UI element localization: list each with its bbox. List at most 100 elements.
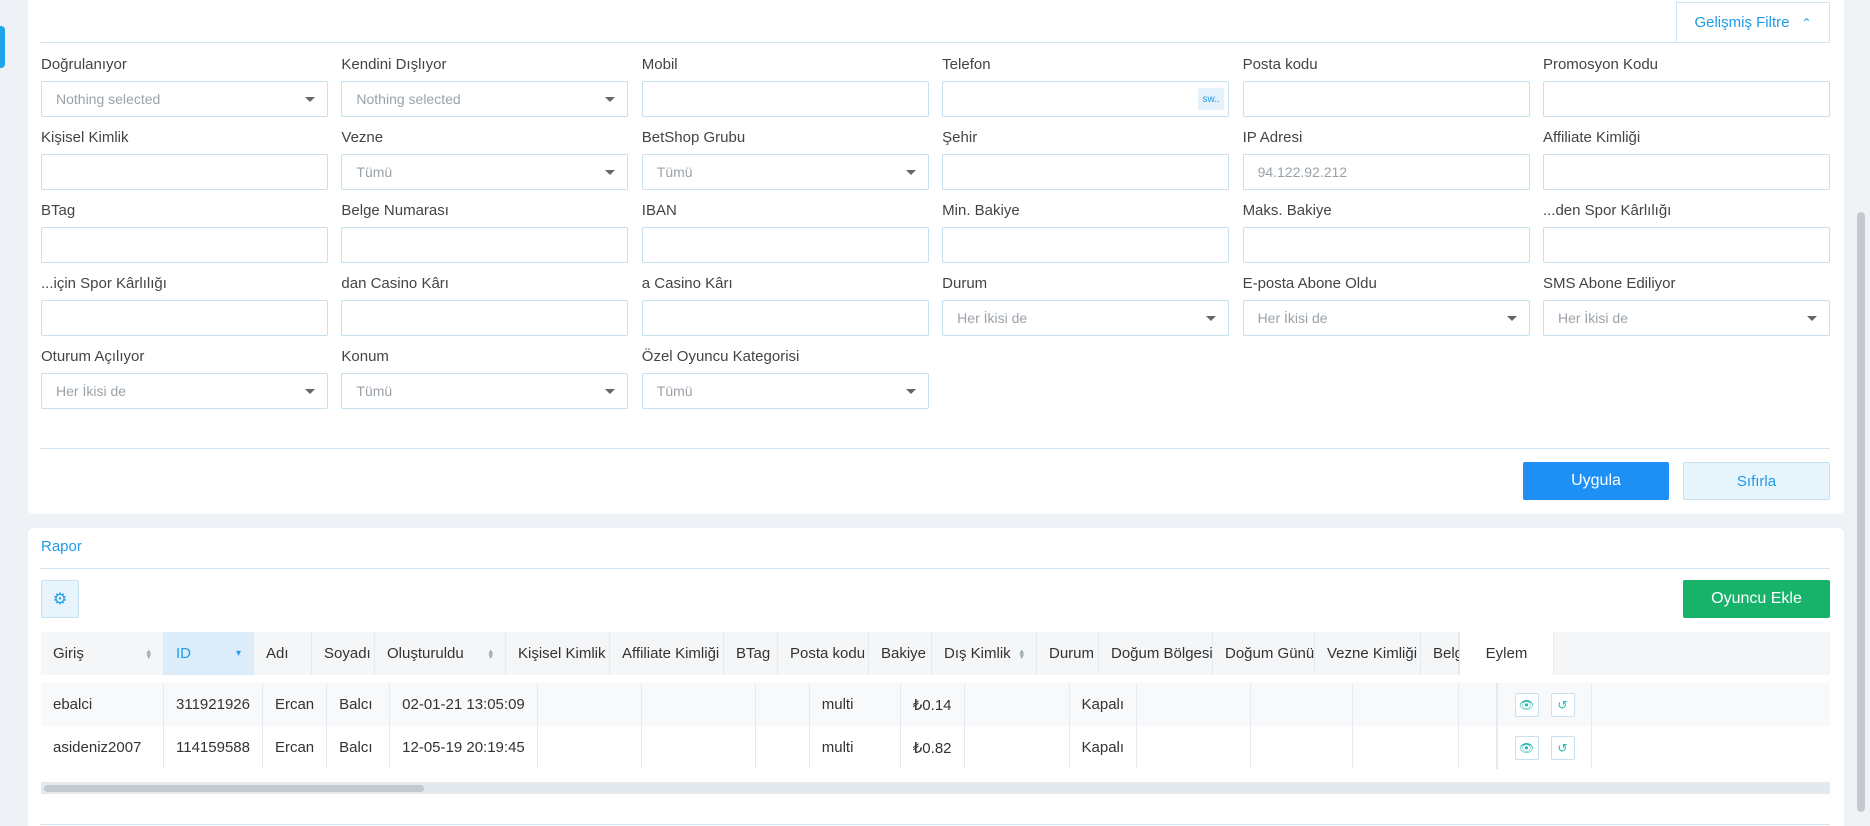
sort-icon[interactable]: ▴ ▾ (1019, 646, 1024, 660)
filter-input[interactable] (1542, 227, 1830, 263)
filter-input[interactable] (641, 227, 929, 263)
filter-label: IP Adresi (1242, 129, 1303, 146)
horizontal-scrollbar[interactable] (41, 782, 1830, 794)
column-header[interactable]: Bakiye (869, 632, 932, 675)
filter-select[interactable]: Her İkisi de (942, 300, 1230, 336)
apply-button[interactable]: Uygula (1523, 462, 1669, 500)
column-header-label: Soyadı (324, 645, 371, 662)
column-header[interactable]: Giriş ▴ ▾ (41, 632, 164, 675)
filter-input[interactable] (641, 81, 929, 117)
table-cell: 12-05-19 20:19:45 (390, 726, 538, 769)
scrollbar-thumb[interactable] (44, 785, 424, 792)
filter-label: Maks. Bakiye (1242, 202, 1332, 219)
table-cell (1137, 726, 1252, 769)
vertical-scrollbar[interactable] (1850, 0, 1870, 826)
filter-label: Posta kodu (1242, 56, 1318, 73)
table-row[interactable]: asideniz2007 114159588 Ercan Balcı 12-05-19 … (41, 726, 1830, 769)
filter-select[interactable]: Nothing selected (41, 81, 328, 117)
sort-icon[interactable]: ▴ ▾ (488, 646, 493, 660)
filter-select[interactable]: Tümü (641, 373, 929, 409)
filter-input[interactable] (942, 227, 1230, 263)
table-cell: 114159588 (164, 726, 263, 769)
filter-field: a Casino Kârı (641, 275, 929, 336)
table-cell: asideniz2007 (41, 726, 164, 769)
row-actions: 👁 ↺ (1497, 683, 1593, 726)
column-header[interactable]: Doğum Bölgesi (1099, 632, 1213, 675)
filter-select[interactable]: Tümü (641, 154, 929, 190)
column-header[interactable]: Doğum Günü (1213, 632, 1315, 675)
view-eye-icon[interactable]: 👁 (1514, 735, 1539, 760)
filter-label: E-posta Abone Oldu (1242, 275, 1377, 292)
history-icon[interactable]: ↺ (1550, 735, 1575, 760)
filter-select[interactable]: Tümü (341, 154, 629, 190)
actions-column-header: Eylem (1459, 632, 1554, 675)
column-header-label: Adı (266, 645, 289, 662)
column-settings-button[interactable]: ⚙ (41, 580, 79, 618)
filter-label: Oturum Açılıyor (41, 348, 145, 365)
column-header[interactable]: Vezne Kimliği (1315, 632, 1421, 675)
filter-field: IP Adresi 94.122.92.212 (1242, 129, 1530, 190)
column-header-label: Durum (1049, 645, 1095, 662)
filter-input[interactable] (41, 154, 328, 190)
column-header[interactable]: BTag (724, 632, 778, 675)
column-header[interactable]: Soyadı (312, 632, 375, 675)
phone-switch-badge[interactable]: sw.. (1198, 88, 1225, 110)
filter-input[interactable] (341, 300, 629, 336)
advanced-filter-toggle[interactable]: Gelişmiş Filtre ⌃ (1676, 2, 1830, 42)
filter-input[interactable] (1242, 227, 1530, 263)
filter-input[interactable] (1242, 81, 1530, 117)
filter-select[interactable]: Nothing selected (341, 81, 629, 117)
filter-input[interactable] (341, 227, 629, 263)
column-header[interactable]: Kişisel Kimlik (506, 632, 610, 675)
filter-field: E-posta Abone Oldu Her İkisi de (1242, 275, 1530, 336)
add-player-button[interactable]: Oyuncu Ekle (1683, 580, 1830, 618)
input-value: 94.122.92.212 (1257, 164, 1348, 180)
filter-field: Vezne Tümü (341, 129, 629, 190)
select-value: Nothing selected (56, 91, 161, 107)
column-header[interactable]: Adı (254, 632, 312, 675)
view-eye-icon[interactable]: 👁 (1514, 692, 1539, 717)
column-header[interactable]: Durum (1037, 632, 1099, 675)
column-header-label: Oluşturuldu (387, 645, 464, 662)
filter-select[interactable]: Her İkisi de (1542, 300, 1830, 336)
table-cell (1137, 683, 1252, 726)
history-icon[interactable]: ↺ (1550, 692, 1575, 717)
filter-label: Doğrulanıyor (41, 56, 127, 73)
filter-field: Mobil (641, 56, 929, 117)
filter-input[interactable] (41, 300, 328, 336)
filter-input[interactable] (641, 300, 929, 336)
row-actions: 👁 ↺ (1497, 726, 1593, 769)
table-row[interactable]: ebalci 311921926 Ercan Balcı 02-01-21 13:05:… (41, 683, 1830, 726)
filter-select[interactable]: Her İkisi de (1242, 300, 1530, 336)
column-header[interactable]: Affiliate Kimliği (610, 632, 724, 675)
filter-field: ...için Spor Kârlılığı (41, 275, 328, 336)
column-header[interactable]: Oluşturuldu ▴ ▾ (375, 632, 506, 675)
filter-input[interactable] (1542, 81, 1830, 117)
report-title[interactable]: Rapor (41, 538, 82, 555)
filter-input[interactable]: sw.. (942, 81, 1230, 117)
filter-input[interactable] (41, 227, 328, 263)
sort-icon[interactable]: ▴ ▾ (146, 646, 151, 660)
reset-button[interactable]: Sıfırla (1683, 462, 1830, 500)
select-value: Nothing selected (356, 91, 461, 107)
caret-down-icon (305, 97, 315, 102)
filter-select[interactable]: Tümü (341, 373, 629, 409)
table-cell (965, 726, 1070, 769)
filter-label: Kişisel Kimlik (41, 129, 129, 146)
filter-input[interactable] (1542, 154, 1830, 190)
scrollbar-thumb[interactable] (1857, 212, 1865, 812)
filter-field: Belge Numarası (341, 202, 629, 263)
column-header-label: Posta kodu (790, 645, 866, 662)
divider (40, 448, 1830, 449)
column-header[interactable]: Dış Kimlik ▴ ▾ (932, 632, 1037, 675)
column-header[interactable]: Belg (1421, 632, 1463, 675)
column-header[interactable]: Posta kodu (778, 632, 869, 675)
filter-select[interactable]: Her İkisi de (41, 373, 328, 409)
filter-input[interactable]: 94.122.92.212 (1242, 154, 1530, 190)
filter-field: ...den Spor Kârlılığı (1542, 202, 1830, 263)
select-value: Tümü (356, 383, 393, 399)
side-panel-tab[interactable] (0, 26, 5, 68)
filter-input[interactable] (942, 154, 1230, 190)
sort-desc-icon[interactable]: ▾ (236, 648, 241, 659)
column-header[interactable]: ID ▾ (164, 632, 254, 675)
